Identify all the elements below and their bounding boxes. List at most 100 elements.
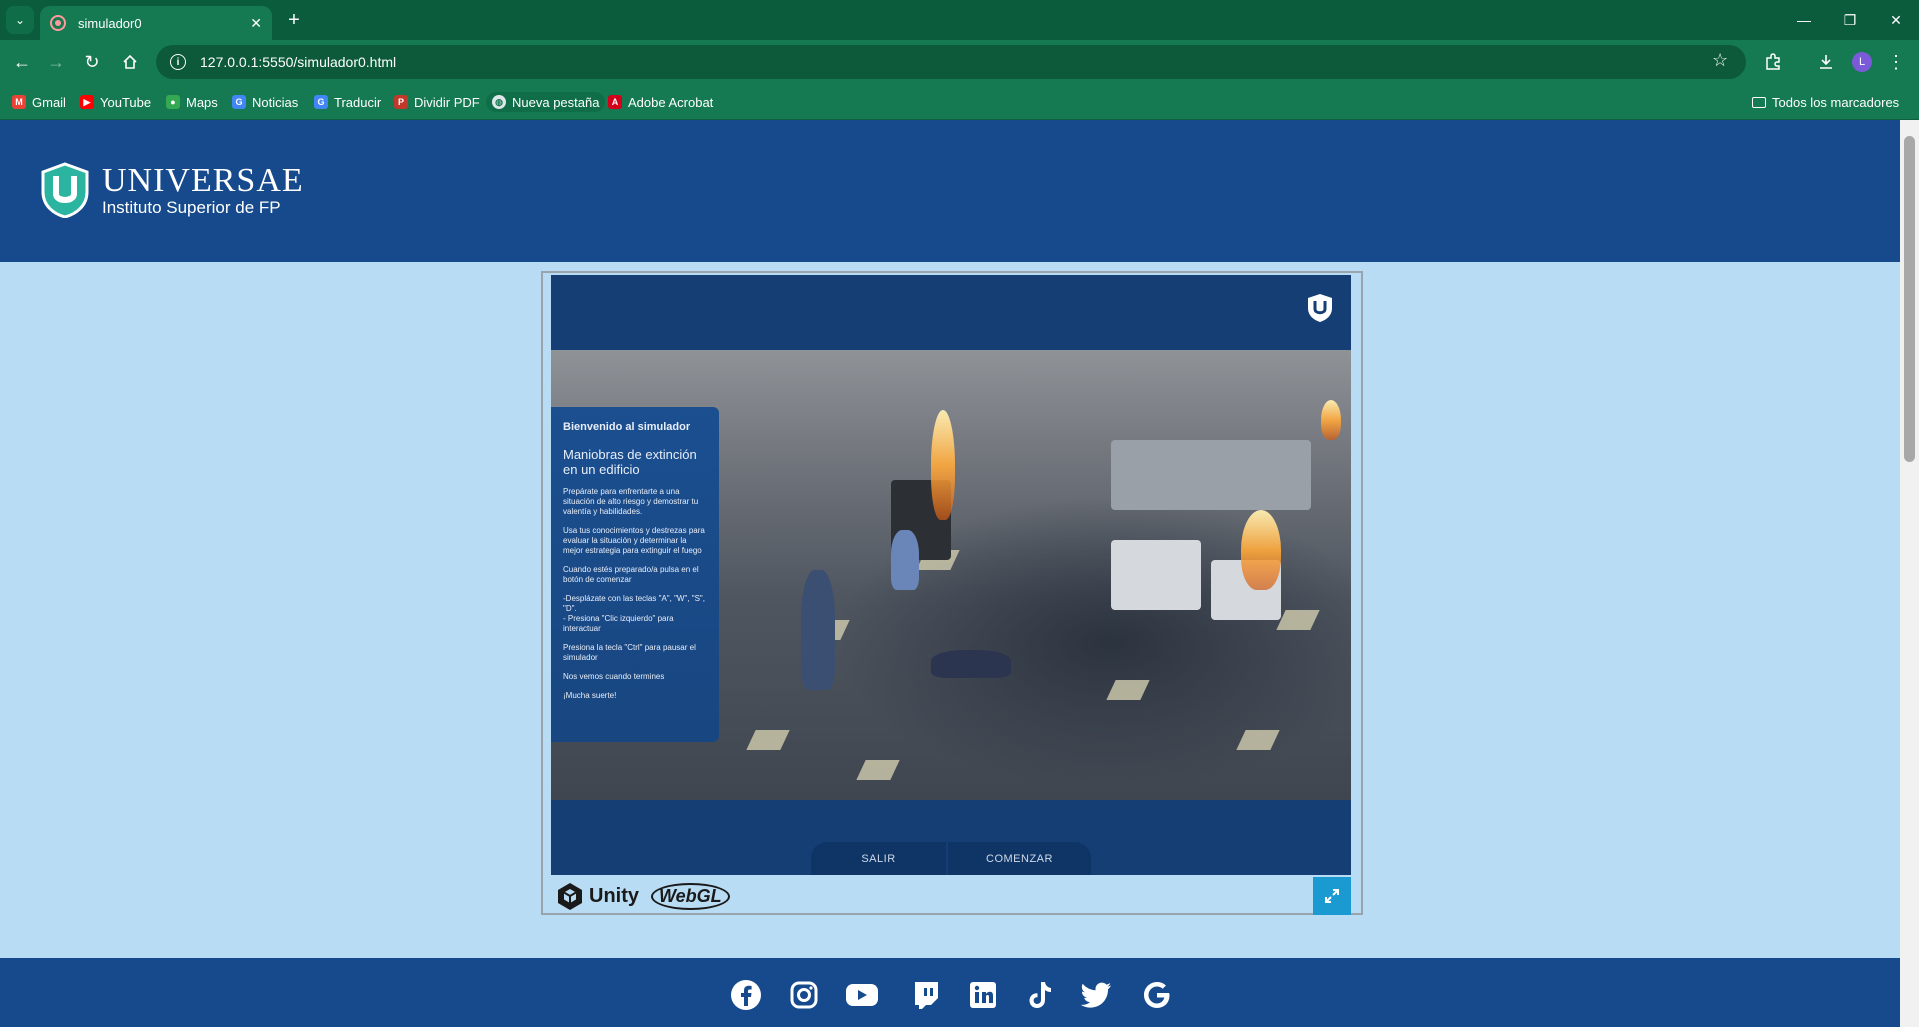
- panel-paragraph: Presiona la tecla "Ctrl" para pausar el …: [563, 643, 696, 662]
- bookmark-all-folder[interactable]: Todos los marcadores: [1752, 92, 1899, 112]
- google-link[interactable]: [1140, 978, 1174, 1012]
- url-text: 127.0.0.1:5550/simulador0.html: [200, 54, 397, 70]
- bookmark-label: YouTube: [100, 94, 152, 110]
- exit-button[interactable]: SALIR: [811, 842, 946, 875]
- news-icon: G: [232, 95, 246, 109]
- unity-canvas[interactable]: Bienvenido al simulador Maniobras de ext…: [551, 275, 1351, 875]
- game-top-bar: [551, 275, 1351, 350]
- bookmarks-bar: M Gmail ▶ YouTube ● Maps G Noticias G Traduci…: [0, 84, 1919, 120]
- extensions-button[interactable]: [1759, 48, 1787, 76]
- arrow-right-icon: →: [47, 51, 65, 72]
- site-footer: [0, 958, 1900, 1027]
- instagram-icon: [790, 981, 818, 1009]
- game-bottom-bar: SALIR COMENZAR: [551, 800, 1351, 875]
- forward-button[interactable]: →: [42, 48, 70, 76]
- panel-paragraph: Nos vemos cuando termines: [563, 672, 665, 681]
- minimize-button[interactable]: —: [1781, 0, 1827, 40]
- twitter-icon: [1081, 982, 1111, 1008]
- twitter-link[interactable]: [1080, 978, 1114, 1012]
- reload-icon: ↻: [84, 51, 100, 72]
- tiktok-link[interactable]: [1023, 978, 1057, 1012]
- downloads-button[interactable]: [1812, 48, 1840, 76]
- bookmark-noticias[interactable]: G Noticias: [232, 92, 298, 112]
- translate-icon: G: [314, 95, 328, 109]
- unity-container: Bienvenido al simulador Maniobras de ext…: [541, 271, 1363, 915]
- site-header: UNIVERSAE Instituto Superior de FP: [0, 120, 1900, 262]
- panel-paragraph: -Desplázate con las teclas "A", "W", "S"…: [563, 594, 705, 633]
- unity-footer: Unity WebGL: [551, 875, 1351, 915]
- welcome-panel: Bienvenido al simulador Maniobras de ext…: [551, 407, 719, 742]
- universae-shield-icon: [1308, 294, 1332, 322]
- close-tab-icon[interactable]: ✕: [250, 15, 262, 32]
- home-button[interactable]: [116, 48, 144, 76]
- kebab-menu-icon: ⋮: [1887, 51, 1905, 72]
- browser-tabbar: ⌄ simulador0 ✕ + — ❐ ✕: [0, 0, 1919, 40]
- wall-cabinet: [1111, 440, 1311, 510]
- office-chair: [1111, 540, 1201, 610]
- unity-cube-icon: [558, 883, 582, 910]
- bookmark-label: Maps: [186, 94, 218, 110]
- home-icon: [123, 54, 137, 69]
- webgl-label: WebGL: [651, 882, 730, 910]
- brand-name: UNIVERSAE: [102, 162, 304, 199]
- close-window-button[interactable]: ✕: [1873, 0, 1919, 40]
- floor-tile: [1276, 610, 1320, 630]
- facebook-link[interactable]: [729, 978, 763, 1012]
- back-button[interactable]: ←: [8, 48, 36, 76]
- linkedin-icon: [970, 982, 996, 1008]
- linkedin-link[interactable]: [966, 978, 1000, 1012]
- panel-paragraph: Usa tus conocimientos y destrezas para e…: [563, 526, 705, 555]
- reload-button[interactable]: ↻: [78, 48, 106, 76]
- fullscreen-button[interactable]: [1313, 877, 1351, 915]
- address-bar[interactable]: i 127.0.0.1:5550/simulador0.html: [156, 45, 1746, 79]
- youtube-link[interactable]: [845, 978, 879, 1012]
- unity-webgl-logo: Unity WebGL: [555, 881, 730, 911]
- globe-icon: ◍: [492, 95, 506, 109]
- bookmark-youtube[interactable]: ▶ YouTube: [80, 92, 151, 112]
- maps-icon: ●: [166, 95, 180, 109]
- bookmark-dividir-pdf[interactable]: P Dividir PDF: [394, 92, 480, 112]
- floor-tile: [746, 730, 790, 750]
- bookmark-adobe-acrobat[interactable]: A Adobe Acrobat: [608, 92, 713, 112]
- arrow-left-icon: ←: [13, 51, 31, 72]
- bookmark-nueva-pestana[interactable]: ◍ Nueva pestaña: [486, 92, 606, 112]
- bookmark-label: Traducir: [334, 94, 382, 110]
- bookmark-star-icon[interactable]: ☆: [1712, 50, 1728, 71]
- browser-tab[interactable]: simulador0 ✕: [40, 6, 272, 40]
- bookmark-label: Todos los marcadores: [1772, 94, 1900, 110]
- acrobat-icon: A: [608, 95, 622, 109]
- new-tab-button[interactable]: +: [282, 8, 306, 32]
- profile-avatar[interactable]: L: [1852, 52, 1872, 72]
- twitch-link[interactable]: [909, 978, 943, 1012]
- browser-toolbar: ← → ↻ i 127.0.0.1:5550/simulador0.html ☆…: [0, 40, 1919, 84]
- fire-flame: [1321, 400, 1341, 440]
- start-button[interactable]: COMENZAR: [948, 842, 1091, 875]
- panel-paragraph: Prepárate para enfrentarte a una situaci…: [563, 487, 699, 516]
- bookmark-traducir[interactable]: G Traducir: [314, 92, 381, 112]
- tab-search-button[interactable]: ⌄: [6, 6, 34, 34]
- scrollbar-thumb[interactable]: [1904, 136, 1915, 462]
- bookmark-maps[interactable]: ● Maps: [166, 92, 218, 112]
- brand-subtitle: Instituto Superior de FP: [102, 198, 281, 217]
- bookmark-label: Adobe Acrobat: [628, 94, 714, 110]
- bookmark-label: Noticias: [252, 94, 299, 110]
- character-person: [931, 650, 1011, 678]
- tab-title: simulador0: [78, 15, 142, 31]
- page-scrollbar[interactable]: [1900, 120, 1919, 1027]
- pdf-icon: P: [394, 95, 408, 109]
- restore-button[interactable]: ❐: [1827, 0, 1873, 40]
- site-info-icon[interactable]: i: [170, 54, 186, 70]
- tiktok-icon: [1029, 982, 1051, 1008]
- chevron-down-icon: ⌄: [14, 13, 26, 27]
- youtube-icon: [846, 984, 878, 1006]
- google-icon: [1144, 982, 1170, 1008]
- twitch-icon: [915, 982, 938, 1009]
- fire-simulation-scene[interactable]: Bienvenido al simulador Maniobras de ext…: [551, 350, 1351, 800]
- folder-icon: [1752, 96, 1766, 108]
- bookmark-gmail[interactable]: M Gmail: [12, 92, 66, 112]
- panel-heading: Maniobras de extinción en un edificio: [563, 447, 697, 477]
- instagram-link[interactable]: [787, 978, 821, 1012]
- facebook-icon: [731, 980, 761, 1010]
- browser-menu-button[interactable]: ⋮: [1882, 48, 1910, 76]
- youtube-icon: ▶: [80, 95, 94, 109]
